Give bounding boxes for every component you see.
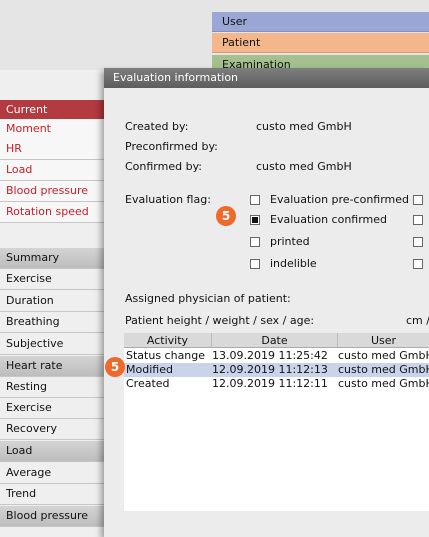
nav-item-average[interactable]: Average xyxy=(0,463,106,484)
nav-item-trend[interactable]: Trend xyxy=(0,484,106,505)
tab-patient[interactable]: Patient xyxy=(212,33,429,53)
step-badge-table: 5 xyxy=(105,357,125,377)
nav-item-moment[interactable]: Moment xyxy=(0,119,106,140)
evaluation-flag-label: Evaluation flag: xyxy=(125,193,211,206)
flag-extra-checkbox-3[interactable] xyxy=(413,237,423,247)
evaluation-info-dialog: Evaluation information Created by: custo… xyxy=(104,68,429,537)
nav-item-blood-pressure[interactable]: Blood pressure xyxy=(0,506,106,527)
flag-extra-checkbox-1[interactable] xyxy=(413,195,423,205)
date-cell: 12.09.2019 11:12:13 xyxy=(212,363,328,376)
nav-item-subjective[interactable]: Subjective xyxy=(0,334,106,355)
flag-indelible-label: indelible xyxy=(270,257,317,270)
patient-hw-unit: cm / xyxy=(406,314,429,327)
flag-preconfirmed-label: Evaluation pre-confirmed xyxy=(270,193,410,206)
column-header-activity[interactable]: Activity xyxy=(124,333,212,348)
nav-item-resting[interactable]: Resting xyxy=(0,377,106,398)
flag-extra-checkbox-2[interactable] xyxy=(413,215,423,225)
preconfirmed-by-label: Preconfirmed by: xyxy=(125,140,218,153)
flag-printed-checkbox[interactable] xyxy=(250,237,260,247)
date-cell: 13.09.2019 11:25:42 xyxy=(212,349,328,362)
nav-item-summary[interactable]: Summary xyxy=(0,248,106,269)
user-cell: custo med GmbH xyxy=(338,363,429,376)
user-cell: custo med GmbH xyxy=(338,377,429,390)
created-by-label: Created by: xyxy=(125,120,189,133)
nav-item-breathing[interactable]: Breathing xyxy=(0,312,106,333)
column-header-user[interactable]: User xyxy=(338,333,429,348)
table-row-selected[interactable]: Modified 12.09.2019 11:12:13 custo med G… xyxy=(124,363,429,377)
column-header-date[interactable]: Date xyxy=(212,333,338,348)
flag-preconfirmed-checkbox[interactable] xyxy=(250,195,260,205)
nav-item-recovery[interactable]: Recovery xyxy=(0,419,106,440)
table-row[interactable]: Created 12.09.2019 11:12:11 custo med Gm… xyxy=(124,377,429,391)
nav-item-duration[interactable]: Duration xyxy=(0,291,106,312)
activity-table: Activity Date User Status change 13.09.2… xyxy=(124,333,429,511)
nav-item-current[interactable]: Current xyxy=(0,100,106,121)
flag-extra-checkbox-4[interactable] xyxy=(413,259,423,269)
confirmed-by-label: Confirmed by: xyxy=(125,160,202,173)
nav-item-load[interactable]: Load xyxy=(0,441,106,462)
assigned-physician-label: Assigned physician of patient: xyxy=(125,292,291,305)
flag-confirmed-checkbox[interactable] xyxy=(250,215,260,225)
nav-item-load[interactable]: Load xyxy=(0,160,106,181)
nav-item-hr[interactable]: HR xyxy=(0,139,106,160)
activity-cell: Modified xyxy=(126,363,173,376)
patient-hw-label: Patient height / weight / sex / age: xyxy=(125,314,315,327)
activity-cell: Created xyxy=(126,377,170,390)
created-by-value: custo med GmbH xyxy=(256,120,352,133)
flag-confirmed-label: Evaluation confirmed xyxy=(270,213,388,226)
flag-indelible-checkbox[interactable] xyxy=(250,259,260,269)
nav-item-rotation-speed[interactable]: Rotation speed xyxy=(0,202,106,223)
nav-item-heart-rate[interactable]: Heart rate xyxy=(0,356,106,377)
dialog-title: Evaluation information xyxy=(104,68,429,88)
tab-user[interactable]: User xyxy=(212,12,429,32)
user-cell: custo med GmbH xyxy=(338,349,429,362)
flag-printed-label: printed xyxy=(270,235,310,248)
nav-item-exercise[interactable]: Exercise xyxy=(0,269,106,290)
nav-item-exercise[interactable]: Exercise xyxy=(0,398,106,419)
step-badge: 5 xyxy=(216,206,236,226)
left-nav-panel: Current Moment HR Load Blood pressure Rotatio… xyxy=(0,70,113,537)
table-row[interactable]: Status change 13.09.2019 11:25:42 custo … xyxy=(124,349,429,363)
activity-cell: Status change xyxy=(126,349,206,362)
confirmed-by-value: custo med GmbH xyxy=(256,160,352,173)
nav-item-blood-pressure[interactable]: Blood pressure xyxy=(0,181,106,202)
date-cell: 12.09.2019 11:12:11 xyxy=(212,377,328,390)
